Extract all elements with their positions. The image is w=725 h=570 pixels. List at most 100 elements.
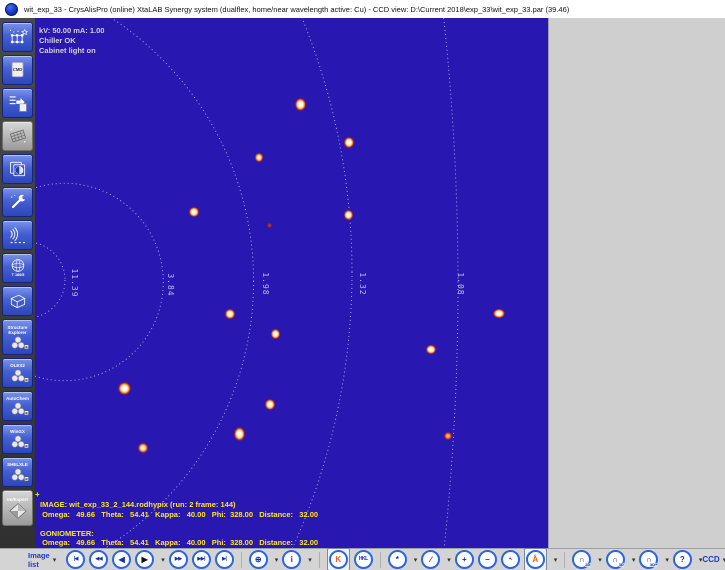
toolbar-separator [380,552,381,568]
cmd-icon: CMD [8,60,28,80]
angstrom-rings-button[interactable]: Å [526,550,545,569]
resolution-ring [35,242,65,318]
sidebar-item-shelxle[interactable]: SHELXLE [2,457,33,487]
app-icon [5,3,18,16]
hkl-mode-button[interactable]: HKL [354,550,373,569]
kappa-mode-button[interactable]: K [329,550,348,569]
window-title: wit_exp_33 - CrysAlisPro (online) XtaLAB… [24,5,569,14]
sidebar-item-lattice-wizard[interactable] [2,22,33,52]
goto-last-button[interactable]: ▶| [215,550,234,569]
sidebar: CMD [0,18,35,548]
peak-profile-3d-button[interactable]: ∩3D [606,550,625,569]
molecule-icon [7,434,29,449]
edit-pen-dropdown-caret[interactable]: ▾ [447,556,451,564]
ccd-detector-view[interactable]: 11.393.841.981.321.08 kV: 50.00 mA: 1.00… [35,18,548,548]
sidebar-item-autochem[interactable]: AutoChem [2,391,33,421]
step-backward-button[interactable]: ◀ [112,550,131,569]
sidebar-item-sphere-strategy[interactable]: T 180/5 [2,253,33,283]
peak-profile-2d-icon: ∩ [579,556,585,564]
svg-text:CMD: CMD [12,67,21,72]
help-icon: ? [680,556,685,564]
fast-forward-button[interactable]: ▶▶| [192,550,211,569]
zoom-select-icon: ⊕ [255,556,262,564]
lattice-icon [8,27,28,47]
help-button[interactable]: ? [673,550,692,569]
zoom-out-icon: − [485,556,490,564]
zoom-fit-button[interactable]: +. [501,550,520,569]
info-cursor-dropdown-caret[interactable]: ▾ [308,556,312,564]
toolbar-separator [319,552,320,568]
right-background-panel [548,18,725,548]
peak-profile-3d-plus-dropdown-caret[interactable]: ▾ [665,556,669,564]
zoom-out-button[interactable]: − [478,550,497,569]
title-bar: wit_exp_33 - CrysAlisPro (online) XtaLAB… [0,0,725,19]
intensity-scale-button[interactable]: * [388,550,407,569]
intensity-scale-dropdown-caret[interactable]: ▾ [414,556,418,564]
zoom-select-button[interactable]: ⊕ [249,550,268,569]
fast-forward-icon: ▶▶| [197,557,205,562]
sidebar-item-olex2[interactable]: OLEX2 [2,358,33,388]
toolbar-separator [564,552,565,568]
diffraction-spot [224,308,236,320]
molecule-icon [7,401,29,416]
tilted-grid-icon [8,126,28,146]
edit-pen-button[interactable]: ∕ [421,550,440,569]
info-cursor-button[interactable]: i [282,550,301,569]
goto-first-button[interactable]: |◀ [66,550,85,569]
run-list-icon [8,93,28,113]
image-list-label: Image list [28,551,50,569]
intensity-scale-icon: * [396,556,399,564]
peak-profile-2d-sub-label: 2D [585,563,590,567]
diffraction-spot [264,398,276,411]
sidebar-item-edit-runs[interactable] [2,88,33,118]
resolution-ring [35,18,458,548]
molecule-icon [7,335,29,350]
sidebar-item-tools[interactable] [2,187,33,217]
ccd-mode-dropdown[interactable]: CCD ▾ [702,555,725,564]
play-dropdown-caret[interactable]: ▾ [161,556,165,564]
fast-backward-button[interactable]: ◀◀ [89,550,108,569]
sphere-icon: T 180/5 [7,258,29,278]
zoom-select-dropdown-caret[interactable]: ▾ [275,556,279,564]
crysalispro-window: wit_exp_33 - CrysAlisPro (online) XtaLAB… [0,0,725,570]
beam-marker: + [35,490,40,499]
resolution-ring [35,18,254,548]
sidebar-item-structure-explorer[interactable]: Structure Explorer [2,319,33,355]
sidebar-item-profile-grid[interactable] [2,121,33,151]
diffraction-spot [137,442,149,454]
resolution-rings: 11.393.841.981.321.08 [35,18,548,548]
sidebar-item-im-export[interactable]: Im/Export [2,490,33,526]
angstrom-rings-pressed-frame: Å [524,548,547,570]
step-forward-button[interactable]: ▶▶ [169,550,188,569]
diffraction-spot [343,209,354,221]
kappa-mode-icon: K [335,556,341,564]
sidebar-item-crystal-3d[interactable] [2,286,33,316]
arcs-icon [8,225,28,245]
sidebar-item-wingx[interactable]: WinGX [2,424,33,454]
diffraction-spot [117,381,132,396]
peak-profile-3d-plus-button[interactable]: ∩3D+ [639,550,658,569]
angstrom-rings-icon: Å [532,556,538,564]
peak-profile-2d-button[interactable]: ∩2D [572,550,591,569]
fast-backward-icon: ◀◀ [95,557,102,562]
image-list-dropdown[interactable]: Image list ▾ [28,551,56,569]
play-button[interactable]: ▶ [135,550,154,569]
peak-profile-3d-dropdown-caret[interactable]: ▾ [632,556,636,564]
diffraction-spot [270,328,281,340]
goto-last-icon: ▶| [222,557,226,562]
peak-profile-2d-dropdown-caret[interactable]: ▾ [598,556,602,564]
chevron-down-icon: ▾ [53,556,57,564]
goto-first-icon: |◀ [74,557,78,562]
play-icon: ▶ [142,556,148,564]
edit-pen-icon: ∕ [430,556,431,564]
ring-resolution-label: 1.98 [261,272,270,295]
molecule-icon [7,368,29,383]
diffraction-spot [343,136,355,149]
sidebar-item-image-viewer[interactable] [2,154,33,184]
sidebar-item-powder-arcs[interactable] [2,220,33,250]
sidebar-item-cmd-shell[interactable]: CMD [2,55,33,85]
info-cursor-icon: i [291,556,293,564]
diffraction-spot [233,426,246,442]
zoom-in-button[interactable]: + [455,550,474,569]
angstrom-rings-dropdown-caret[interactable]: ▾ [554,556,558,564]
